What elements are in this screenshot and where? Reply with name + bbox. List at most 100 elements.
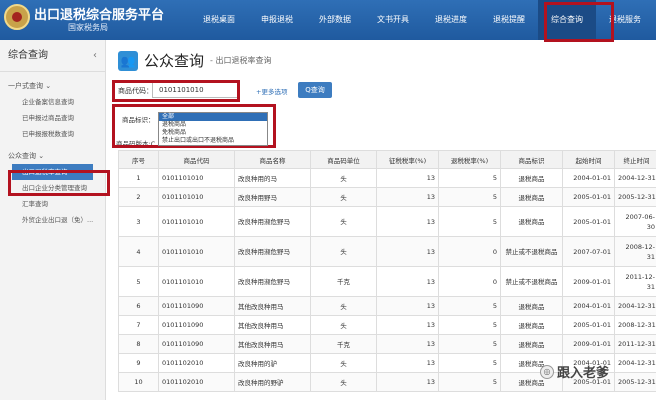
table-cell: 0101102010: [158, 372, 235, 392]
table-cell: 禁止或不退税商品: [500, 236, 563, 267]
table-row[interactable]: 2 0101101010 改良种用野马头 13 5 退税商品 2005-01-01 2005-…: [118, 187, 656, 207]
table-cell: 5: [438, 315, 501, 335]
table-cell: 改良种用濒危野马: [234, 206, 311, 237]
table-cell: 其他改良种用马: [234, 296, 311, 316]
table-cell: 头: [310, 372, 377, 392]
table-cell: 2004-12-31: [614, 353, 656, 373]
table-cell: 改良种用濒危野马: [234, 236, 311, 267]
dropdown-option-exempt[interactable]: 免税商品: [159, 129, 267, 137]
table-cell: 2011-12-31: [614, 334, 656, 354]
nav-item-documents[interactable]: 文书开具: [364, 0, 422, 40]
table-cell: 2009-01-01: [562, 266, 615, 297]
table-cell: 2004-12-31: [614, 168, 656, 188]
table-header-row: 序号 商品代码 商品名称 商品码单位 征税税率(%) 退税税率(%) 商品标识 …: [118, 150, 656, 169]
table-cell: 头: [310, 168, 377, 188]
sidebar-item-enterprise-record[interactable]: 企业备案信息查询: [0, 94, 105, 110]
sidebar-item-declared-data[interactable]: 已申报报税数查询: [0, 126, 105, 142]
table-cell: 1: [118, 168, 159, 188]
table-row[interactable]: 1 0101101010 改良种用的马头 13 5 退税商品 2004-01-01 2004-…: [118, 168, 656, 188]
col-header-code[interactable]: 商品代码: [158, 150, 235, 169]
table-cell: 2009-01-01: [562, 334, 615, 354]
sidebar-item-declared-goods[interactable]: 已申报过商品查询: [0, 110, 105, 126]
table-cell: 5: [438, 187, 501, 207]
app-subtitle: 国家税务局: [68, 23, 108, 32]
table-cell: 5: [438, 372, 501, 392]
highlight-box-nav: [544, 2, 614, 42]
table-cell: 2005-01-01: [562, 315, 615, 335]
nav-item-progress[interactable]: 退税进度: [422, 0, 480, 40]
app-title: 出口退税综合服务平台: [34, 8, 165, 23]
table-cell: 5: [438, 296, 501, 316]
table-cell: 0101101010: [158, 266, 235, 297]
table-cell: 13: [376, 334, 439, 354]
table-cell: 3: [118, 206, 159, 237]
table-cell: 7: [118, 315, 159, 335]
col-header-mark[interactable]: 商品标识: [500, 150, 563, 169]
watermark: ◎ 跟入老爹: [540, 362, 609, 381]
col-header-tax-rate[interactable]: 征税税率(%): [376, 150, 439, 169]
table-cell: 5: [438, 334, 501, 354]
table-cell: 2004-01-01: [562, 296, 615, 316]
sidebar-title: 综合查询 ‹: [0, 40, 105, 72]
table-cell: 头: [310, 236, 377, 267]
highlight-box-sidebar: [8, 170, 110, 196]
table-cell: 0101101010: [158, 187, 235, 207]
col-header-rebate-rate[interactable]: 退税税率(%): [438, 150, 501, 169]
col-header-unit[interactable]: 商品码单位: [310, 150, 377, 169]
table-cell: 0: [438, 266, 501, 297]
page-subtitle: - 出口退税率查询: [210, 56, 272, 65]
table-cell: 2005-12-31: [614, 372, 656, 392]
table-row[interactable]: 7 0101101090 其他改良种用马头 13 5 退税商品 2005-01-01 2008…: [118, 315, 656, 335]
table-cell: 2011-12-31: [614, 266, 656, 297]
nav-item-declare[interactable]: 申报退税: [248, 0, 306, 40]
table-cell: 2005-01-01: [562, 206, 615, 237]
mark-dropdown[interactable]: 全部 退税商品 免税商品 禁止出口或出口不退税商品: [158, 112, 268, 146]
sidebar-item-exchange-rate[interactable]: 汇率查询: [0, 196, 105, 212]
sidebar-title-label: 综合查询: [8, 50, 48, 61]
table-cell: 头: [310, 353, 377, 373]
table-row[interactable]: 6 0101101090 其他改良种用马头 13 5 退税商品 2004-01-01 2004…: [118, 296, 656, 316]
table-cell: 2: [118, 187, 159, 207]
table-cell: 8: [118, 334, 159, 354]
table-cell: 5: [438, 168, 501, 188]
table-cell: 6: [118, 296, 159, 316]
table-cell: 头: [310, 315, 377, 335]
table-cell: 头: [310, 187, 377, 207]
table-cell: 退税商品: [500, 296, 563, 316]
nav-item-reminder[interactable]: 退税提醒: [480, 0, 538, 40]
sidebar-item-foreign-trade[interactable]: 外贸企业出口退（免）...: [0, 212, 105, 228]
dropdown-option-prohibited[interactable]: 禁止出口或出口不退税商品: [159, 137, 267, 145]
dropdown-option-all[interactable]: 全部: [159, 113, 267, 121]
table-row[interactable]: 4 0101101010 改良种用濒危野马头 13 0 禁止或不退税商品 2007-07-0…: [118, 236, 656, 267]
table-row[interactable]: 3 0101101010 改良种用濒危野马头 13 5 退税商品 2005-01-01 200…: [118, 206, 656, 237]
table-cell: 5: [118, 266, 159, 297]
col-header-name[interactable]: 商品名称: [234, 150, 311, 169]
table-cell: 13: [376, 206, 439, 237]
table-row[interactable]: 8 0101101090 其他改良种用马 千克 13 5 退税商品 2009-01-01 201…: [118, 334, 656, 354]
users-icon: 👥: [118, 50, 138, 71]
query-button[interactable]: Q查询: [298, 82, 332, 98]
sidebar-group-public-query[interactable]: 公众查询 ⌄: [0, 148, 105, 164]
nav-item-external-data[interactable]: 外部数据: [306, 0, 364, 40]
highlight-box-search: [112, 80, 240, 102]
wechat-icon: ◎: [540, 364, 554, 379]
table-cell: 2008-12-31: [614, 236, 656, 267]
table-row[interactable]: 5 0101101010 改良种用濒危野马 千克 13 0 禁止或不退税商品 2009-01-…: [118, 266, 656, 297]
table-cell: 退税商品: [500, 315, 563, 335]
table-cell: 13: [376, 236, 439, 267]
nav-item-desktop[interactable]: 退税桌面: [190, 0, 248, 40]
col-header-start[interactable]: 起始时间: [562, 150, 615, 169]
col-header-index[interactable]: 序号: [118, 150, 159, 169]
table-cell: 头: [310, 296, 377, 316]
watermark-text: 跟入老爹: [557, 366, 610, 381]
page-title: 👥 公众查询 - 出口退税率查询: [118, 50, 271, 71]
tax-emblem-icon: [4, 4, 30, 30]
table-cell: 改良种用的野驴: [234, 372, 311, 392]
more-options-link[interactable]: +更多选项: [256, 86, 287, 96]
col-header-end[interactable]: 终止时间: [614, 150, 656, 169]
chevron-left-icon[interactable]: ‹: [93, 40, 97, 72]
table-cell: 13: [376, 372, 439, 392]
sidebar-group-single-query[interactable]: 一户式查询 ⌄: [0, 78, 105, 94]
dropdown-option-rebate[interactable]: 退税商品: [159, 121, 267, 129]
table-cell: 千克: [310, 334, 377, 354]
